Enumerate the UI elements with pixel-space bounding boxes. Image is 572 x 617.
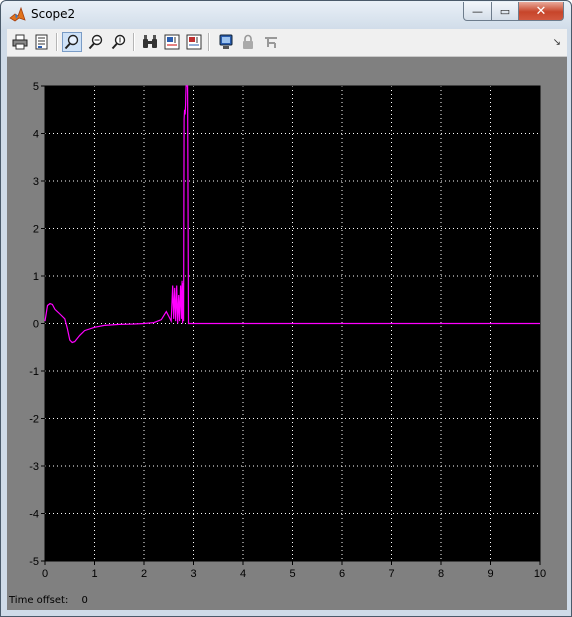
y-tick-label: 1 (33, 271, 39, 283)
window-title: Scope2 (31, 7, 76, 21)
save-axes-icon (164, 34, 180, 50)
time-offset: Time offset: 0 (9, 595, 98, 606)
time-offset-label: Time offset: (9, 595, 69, 606)
x-tick-label: 8 (438, 568, 444, 580)
x-tick-label: 2 (141, 568, 147, 580)
lock-axes-button[interactable] (238, 32, 258, 52)
zoom-x-icon (88, 34, 103, 50)
y-tick-label: -5 (29, 556, 39, 568)
y-tick-label: 0 (33, 319, 39, 331)
zoom-y-icon (111, 34, 126, 50)
x-tick-label: 9 (487, 568, 493, 580)
y-tick-label: 4 (33, 129, 39, 141)
minimize-button[interactable]: — (463, 2, 492, 21)
parameters-icon (35, 34, 48, 50)
print-icon (12, 34, 28, 50)
x-tick-label: 7 (388, 568, 394, 580)
scope-plot[interactable]: 0 1 2 3 4 5 6 7 8 9 10543210-1-2-3-4-5 (7, 57, 567, 610)
x-tick-label: 5 (289, 568, 295, 580)
restore-axes-button[interactable] (184, 32, 204, 52)
zoom-x-button[interactable] (86, 32, 106, 52)
x-tick-label: 0 (42, 568, 48, 580)
x-tick-label: 3 (190, 568, 196, 580)
matlab-icon (9, 6, 26, 22)
time-offset-value: 0 (81, 595, 88, 606)
floating-scope-icon (219, 34, 233, 49)
zoom-y-button[interactable] (109, 32, 129, 52)
x-tick-label: 10 (534, 568, 546, 580)
title-bar[interactable]: Scope2 — ▭ ✕ (1, 1, 571, 29)
scope-figure: 0 1 2 3 4 5 6 7 8 9 10 5 4 3 2 1 0 -1 -2 -3 -4 -5 Time offset… (7, 57, 567, 610)
scope-window: Scope2 — ▭ ✕ ↘ 0 1 2 3 4 5 6 7 8 9 10 5 … (0, 0, 572, 617)
close-button[interactable]: ✕ (518, 2, 564, 21)
y-tick-label: -1 (29, 366, 39, 378)
y-tick-label: -4 (29, 509, 39, 521)
signal-selection-button[interactable] (261, 32, 281, 52)
parameters-button[interactable] (32, 32, 52, 52)
zoom-button[interactable] (62, 32, 82, 52)
autoscale-icon (143, 35, 157, 48)
x-tick-label: 4 (240, 568, 246, 580)
autoscale-button[interactable] (140, 32, 160, 52)
zoom-icon (64, 34, 79, 50)
print-button[interactable] (10, 32, 30, 52)
y-tick-label: 5 (33, 81, 39, 93)
x-tick-label: 1 (91, 568, 97, 580)
maximize-button[interactable]: ▭ (491, 2, 519, 21)
restore-axes-icon (186, 34, 202, 50)
y-tick-label: 3 (33, 176, 39, 188)
x-tick-label: 6 (339, 568, 345, 580)
y-tick-label: 2 (33, 224, 39, 236)
lock-axes-icon (243, 34, 253, 49)
y-tick-label: -2 (29, 414, 39, 426)
toolbar: ↘ (7, 29, 567, 57)
floating-scope-button[interactable] (216, 32, 236, 52)
dock-arrow-icon[interactable]: ↘ (553, 37, 561, 48)
save-axes-button[interactable] (162, 32, 182, 52)
y-tick-label: -3 (29, 461, 39, 473)
signal-selection-icon (265, 37, 277, 48)
